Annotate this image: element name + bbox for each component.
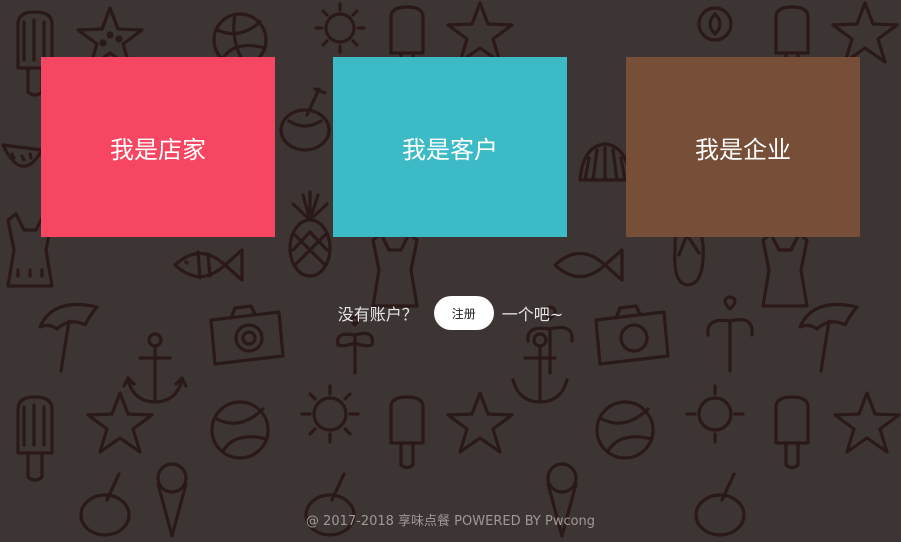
register-button[interactable]: 注册 xyxy=(433,296,494,330)
starfish-icon xyxy=(446,391,514,454)
coconut-drink-icon xyxy=(79,472,131,537)
role-card-shop[interactable]: 我是店家 xyxy=(41,57,275,237)
role-card-shop-label: 我是店家 xyxy=(110,135,206,164)
watermelon-icon xyxy=(1,143,44,168)
anchor-icon xyxy=(511,332,569,404)
fish-icon xyxy=(173,248,244,282)
role-card-company[interactable]: 我是企业 xyxy=(626,57,860,237)
beach-ball-icon xyxy=(595,400,655,460)
sun-icon xyxy=(300,384,360,444)
coconut-drink-icon xyxy=(279,87,331,152)
register-prompt: 没有账户？ 注册 一个吧~ xyxy=(0,295,901,331)
popsicle-icon xyxy=(16,395,54,482)
coconut-drink-icon xyxy=(304,472,356,537)
fish-icon xyxy=(553,248,624,282)
register-prefix-text: 没有账户？ xyxy=(337,305,418,324)
register-suffix-text: 一个吧~ xyxy=(501,305,564,324)
starfish-icon xyxy=(833,391,901,454)
role-card-customer-label: 我是客户 xyxy=(402,135,498,164)
beach-ball-icon xyxy=(210,400,270,460)
sun-icon xyxy=(314,2,366,54)
sun-icon xyxy=(685,384,745,444)
coconut-drink-icon xyxy=(694,472,746,537)
sun-icon xyxy=(697,6,733,42)
starfish-icon xyxy=(446,1,514,64)
pineapple-icon xyxy=(288,190,332,278)
role-card-company-label: 我是企业 xyxy=(695,135,791,164)
footer-copyright: @ 2017-2018 享味点餐 POWERED BY Pwcong xyxy=(305,514,596,529)
starfish-icon xyxy=(831,1,899,64)
popsicle-icon xyxy=(774,395,810,470)
popsicle-icon xyxy=(389,395,425,470)
starfish-icon xyxy=(86,391,154,454)
role-card-customer[interactable]: 我是客户 xyxy=(333,57,567,237)
